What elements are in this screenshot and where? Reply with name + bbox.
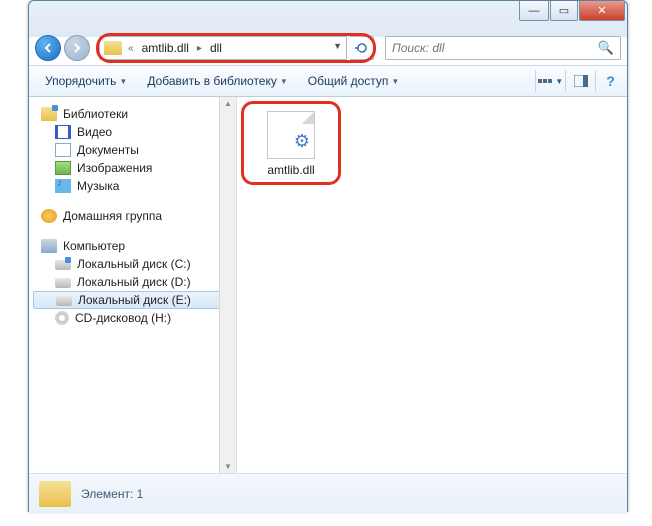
search-icon: 🔍 [598, 40, 614, 56]
refresh-button[interactable] [350, 36, 374, 60]
document-icon [55, 143, 71, 157]
breadcrumb-seg-1[interactable]: amtlib.dll [136, 41, 195, 55]
titlebar: — ▭ ✕ [29, 1, 627, 31]
breadcrumb-seg-2[interactable]: dll [204, 41, 228, 55]
folder-icon [39, 481, 71, 507]
search-box[interactable]: 🔍 [385, 36, 621, 60]
explorer-window: — ▭ ✕ « amtlib.dll ▸ dll ▼ 🔍 Упорядочить… [28, 0, 628, 512]
folder-icon [104, 41, 122, 55]
tree-disk-d[interactable]: Локальный диск (D:) [33, 273, 232, 291]
chevron-down-icon[interactable]: ▼ [333, 41, 342, 51]
back-button[interactable] [35, 35, 61, 61]
tree-scrollbar[interactable] [219, 97, 236, 473]
tree-disk-c[interactable]: Локальный диск (C:) [33, 255, 232, 273]
tree-disk-e[interactable]: Локальный диск (E:) [33, 291, 232, 309]
tree-cd[interactable]: CD-дисковод (H:) [33, 309, 232, 327]
preview-pane-button[interactable] [565, 70, 589, 92]
homegroup-icon [41, 209, 57, 223]
tree-documents[interactable]: Документы [33, 141, 232, 159]
image-icon [55, 161, 71, 175]
file-list[interactable]: amtlib.dll [237, 97, 627, 473]
libraries-icon [41, 107, 57, 121]
forward-button[interactable] [64, 35, 90, 61]
status-bar: Элемент: 1 [29, 473, 627, 513]
video-icon [55, 125, 71, 139]
disk-icon [55, 260, 71, 270]
computer-icon [41, 239, 57, 253]
organize-button[interactable]: Упорядочить▼ [37, 70, 135, 92]
address-bar[interactable]: « amtlib.dll ▸ dll ▼ [99, 36, 347, 60]
share-button[interactable]: Общий доступ▼ [300, 70, 408, 92]
body: Библиотеки Видео Документы Изображения М… [29, 97, 627, 473]
toolbar: Упорядочить▼ Добавить в библиотеку▼ Общи… [29, 65, 627, 97]
tree-images[interactable]: Изображения [33, 159, 232, 177]
nav-tree: Библиотеки Видео Документы Изображения М… [29, 97, 237, 473]
chevron-icon: « [126, 43, 136, 54]
disk-icon [56, 296, 72, 306]
add-to-library-button[interactable]: Добавить в библиотеку▼ [139, 70, 295, 92]
tree-homegroup[interactable]: Домашняя группа [33, 207, 232, 225]
file-item[interactable]: amtlib.dll [251, 111, 331, 177]
chevron-right-icon: ▸ [195, 43, 204, 54]
status-count: Элемент: 1 [81, 487, 143, 501]
tree-video[interactable]: Видео [33, 123, 232, 141]
cd-icon [55, 311, 69, 325]
close-button[interactable]: ✕ [579, 1, 625, 21]
disk-icon [55, 278, 71, 288]
tree-computer[interactable]: Компьютер [33, 237, 232, 255]
tree-libraries[interactable]: Библиотеки [33, 105, 232, 123]
nav-row: « amtlib.dll ▸ dll ▼ 🔍 [29, 31, 627, 65]
maximize-button[interactable]: ▭ [550, 1, 578, 21]
music-icon [55, 179, 71, 193]
search-input[interactable] [392, 41, 598, 55]
tree-music[interactable]: Музыка [33, 177, 232, 195]
dll-file-icon [267, 111, 315, 159]
view-mode-button[interactable]: ▼ [535, 70, 559, 92]
minimize-button[interactable]: — [519, 1, 549, 21]
help-button[interactable]: ? [595, 70, 619, 92]
